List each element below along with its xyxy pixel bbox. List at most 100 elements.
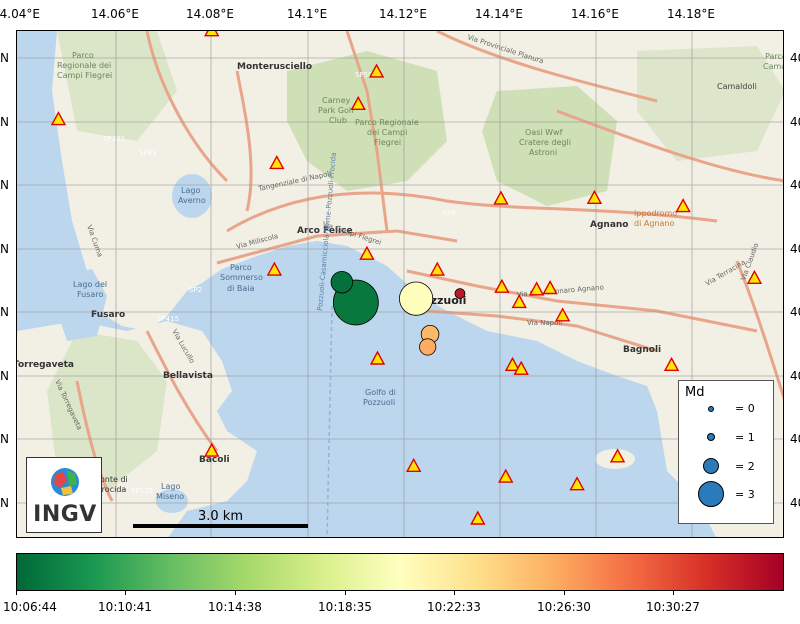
place-label: Ippodromo xyxy=(634,209,677,218)
place-label: Sommerso xyxy=(220,273,263,282)
colorbar-tickmark xyxy=(345,591,346,595)
time-colorbar xyxy=(16,553,784,591)
lon-tick: 14.12°E xyxy=(379,7,427,21)
road-shield: SP2 xyxy=(189,286,202,294)
place-label: Fusaro xyxy=(91,310,125,320)
lon-tick: 14.16°E xyxy=(571,7,619,21)
place-label: Fusaro xyxy=(77,290,103,299)
place-label: Lago xyxy=(181,186,200,195)
road-shield: SP415 xyxy=(157,315,179,323)
legend-label: = 0 xyxy=(735,402,755,415)
road-shield: SP43 xyxy=(139,149,157,157)
legend-dot-md1 xyxy=(707,433,715,441)
ingv-logo: INGV xyxy=(26,457,102,533)
legend-label: = 3 xyxy=(735,488,755,501)
legend-label: = 1 xyxy=(735,431,755,444)
seismic-station-marker[interactable] xyxy=(204,31,220,37)
colorbar-tick-label: 10:06:44 xyxy=(3,600,57,614)
scalebar xyxy=(133,524,308,528)
road-shield: SP125 xyxy=(131,487,153,495)
place-label: Bagnoli xyxy=(623,345,661,355)
road-shield: SP321 xyxy=(103,135,125,143)
lat-tick: N xyxy=(0,242,9,256)
colorbar-tickmark xyxy=(454,591,455,595)
earthquake-event-marker[interactable] xyxy=(399,281,434,316)
colorbar-tick-label: 10:18:35 xyxy=(318,600,372,614)
place-label: Lago xyxy=(161,482,180,491)
place-label: Campi Flegrei xyxy=(57,71,112,80)
lat-tick: N xyxy=(0,51,9,65)
place-label: Miseno xyxy=(156,492,184,501)
lon-tick: 14.1°E xyxy=(286,7,328,21)
colorbar-tick-label: 10:14:38 xyxy=(208,600,262,614)
lon-tick: 14.08°E xyxy=(186,7,234,21)
place-label: Flegrei xyxy=(374,138,401,147)
lat-tick: 40 xyxy=(790,432,800,446)
colorbar-tickmark xyxy=(564,591,565,595)
colorbar-tick-label: 10:26:30 xyxy=(537,600,591,614)
lat-tick: N xyxy=(0,496,9,510)
place-label: Torregaveta xyxy=(17,360,74,370)
lat-tick: 40 xyxy=(790,242,800,256)
colorbar-tickmark xyxy=(673,591,674,595)
road-shield: A56 xyxy=(442,209,456,217)
place-label: Averno xyxy=(178,196,206,205)
place-label: Astroni xyxy=(529,148,557,157)
lat-tick: N xyxy=(0,432,9,446)
lon-tick: 14.14°E xyxy=(475,7,523,21)
place-label: dei Campi xyxy=(367,128,407,137)
place-label: Parco xyxy=(765,52,784,61)
place-label: Cama xyxy=(763,62,784,71)
legend-label: = 2 xyxy=(735,460,755,473)
place-label: Parco Regionale xyxy=(355,118,419,127)
place-label: Park Golf xyxy=(318,106,354,115)
lat-tick: N xyxy=(0,369,9,383)
lat-tick: 40 xyxy=(790,178,800,192)
colorbar-tickmark xyxy=(235,591,236,595)
magnitude-legend: Md = 0 = 1 = 2 = 3 xyxy=(678,380,774,524)
place-label: Camaldoli xyxy=(717,82,757,91)
lat-tick: 40 xyxy=(790,305,800,319)
lon-tick: 14.06°E xyxy=(91,7,139,21)
place-label: Lago del xyxy=(73,280,107,289)
colorbar-tick-label: 10:30:27 xyxy=(646,600,700,614)
scalebar-label: 3.0 km xyxy=(198,509,243,524)
place-label: di Agnano xyxy=(634,219,674,228)
place-label: Regionale dei xyxy=(57,61,111,70)
place-label: Parco xyxy=(230,263,252,272)
map-panel[interactable]: Monterusciello Parco Regionale dei Campi… xyxy=(16,30,784,538)
lat-tick: 40 xyxy=(790,496,800,510)
colorbar-tick-label: 10:10:41 xyxy=(98,600,152,614)
earthquake-event-marker[interactable] xyxy=(330,270,354,294)
legend-dot-md0 xyxy=(708,406,714,412)
lat-tick: 40 xyxy=(790,369,800,383)
earthquake-event-marker[interactable] xyxy=(419,338,437,356)
lat-tick: N xyxy=(0,178,9,192)
earthquake-event-marker[interactable] xyxy=(454,288,466,299)
place-label: Parco xyxy=(72,51,94,60)
place-label: di Baia xyxy=(227,284,254,293)
place-label: Club xyxy=(329,116,347,125)
lat-tick: N xyxy=(0,305,9,319)
place-label: Cratere degli xyxy=(519,138,571,147)
lat-tick: 40 xyxy=(790,115,800,129)
legend-dot-md3 xyxy=(698,481,724,507)
lat-tick: N xyxy=(0,115,9,129)
logo-text: INGV xyxy=(33,502,97,527)
place-label: Oasi Wwf xyxy=(525,128,563,137)
legend-dot-md2 xyxy=(703,458,719,474)
colorbar-tick-label: 10:22:33 xyxy=(427,600,481,614)
place-label: Monterusciello xyxy=(237,62,312,72)
colorbar-tickmark xyxy=(16,591,17,595)
lon-tick: 14.18°E xyxy=(667,7,715,21)
lon-tick: 14.04°E xyxy=(0,7,40,21)
place-label: Bellavista xyxy=(163,371,213,381)
place-label: Golfo di xyxy=(365,388,396,397)
place-label: Carney xyxy=(322,96,351,105)
place-label: Pozzuoli xyxy=(363,398,395,407)
basemap: Monterusciello Parco Regionale dei Campi… xyxy=(17,31,784,537)
place-label: Agnano xyxy=(590,220,628,230)
colorbar-tickmark xyxy=(125,591,126,595)
lat-tick: 40 xyxy=(790,51,800,65)
legend-title: Md xyxy=(685,385,705,400)
